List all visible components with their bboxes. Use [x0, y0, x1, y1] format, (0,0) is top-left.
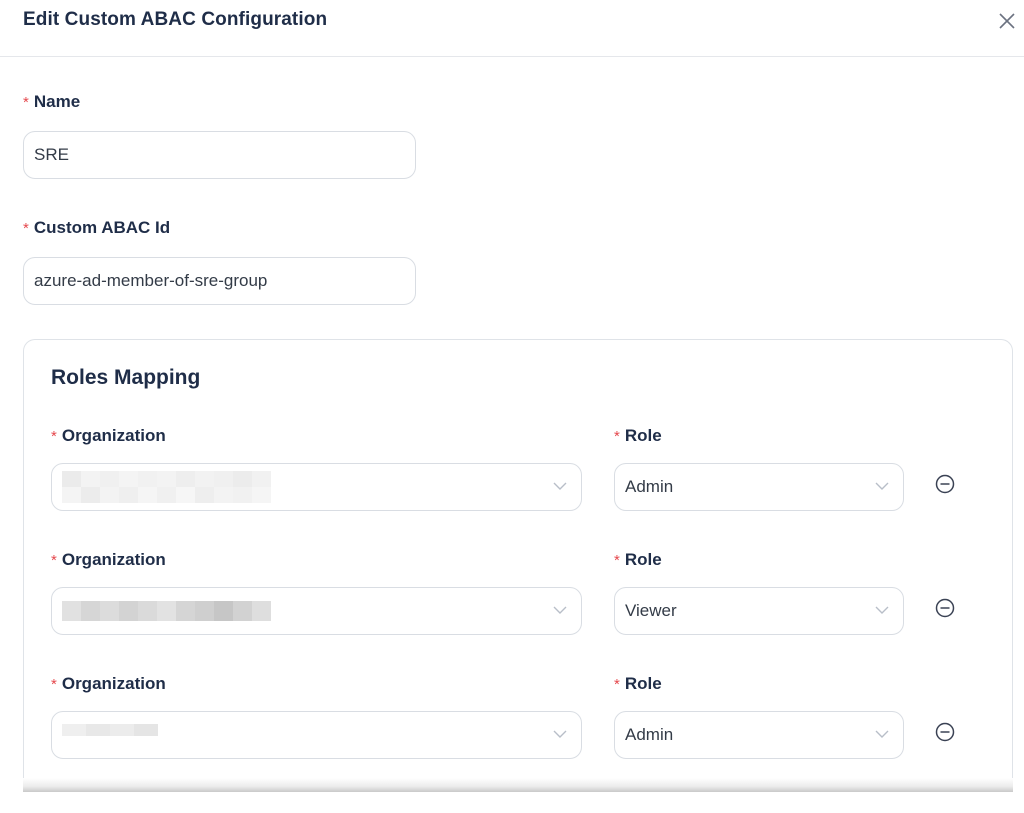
role-label: * Role [614, 550, 662, 570]
role-label-text: Role [624, 674, 662, 693]
chevron-down-icon [875, 730, 889, 738]
name-input[interactable]: SRE [23, 131, 416, 179]
role-label-text: Role [624, 550, 662, 569]
role-select[interactable]: Admin [614, 463, 904, 511]
required-mark: * [614, 428, 620, 445]
required-mark: * [23, 220, 29, 237]
chevron-down-icon [553, 730, 567, 738]
required-mark: * [51, 428, 57, 445]
name-input-value: SRE [34, 145, 69, 164]
remove-row-icon[interactable] [935, 722, 955, 742]
role-select-value: Admin [625, 725, 674, 744]
remove-row-icon[interactable] [935, 474, 955, 494]
organization-label-text: Organization [61, 426, 166, 445]
role-label-text: Role [624, 426, 662, 445]
role-select-value: Admin [625, 477, 674, 496]
custom-abac-id-label-text: Custom ABAC Id [33, 218, 171, 237]
chevron-down-icon [553, 482, 567, 490]
scroll-fade-divider [23, 778, 1013, 792]
role-select-value: Viewer [625, 601, 677, 620]
role-select[interactable]: Viewer [614, 587, 904, 635]
role-select[interactable]: Admin [614, 711, 904, 759]
organization-select[interactable] [51, 711, 582, 759]
redacted-organization-value [62, 724, 158, 736]
required-mark: * [23, 94, 29, 111]
required-mark: * [51, 552, 57, 569]
organization-label: * Organization [51, 674, 166, 694]
custom-abac-id-input[interactable]: azure-ad-member-of-sre-group [23, 257, 416, 305]
dialog-title: Edit Custom ABAC Configuration [23, 9, 328, 30]
roles-mapping-title: Roles Mapping [51, 366, 201, 389]
organization-label-text: Organization [61, 674, 166, 693]
organization-label-text: Organization [61, 550, 166, 569]
required-mark: * [51, 676, 57, 693]
required-mark: * [614, 552, 620, 569]
custom-abac-id-input-value: azure-ad-member-of-sre-group [34, 271, 268, 290]
chevron-down-icon [875, 482, 889, 490]
role-label: * Role [614, 426, 662, 446]
chevron-down-icon [875, 606, 889, 614]
custom-abac-id-label: * Custom ABAC Id [23, 218, 170, 238]
required-mark: * [614, 676, 620, 693]
redacted-organization-value [62, 471, 271, 503]
organization-label: * Organization [51, 426, 166, 446]
redacted-organization-value [62, 601, 271, 621]
role-label: * Role [614, 674, 662, 694]
remove-row-icon[interactable] [935, 598, 955, 618]
name-label-text: Name [33, 92, 81, 111]
close-icon[interactable] [996, 10, 1018, 32]
organization-label: * Organization [51, 550, 166, 570]
roles-mapping-section: Roles Mapping * Organization * Role Admin [23, 339, 1013, 791]
organization-select[interactable] [51, 587, 582, 635]
dialog-header: Edit Custom ABAC Configuration [0, 0, 1024, 57]
organization-select[interactable] [51, 463, 582, 511]
edit-abac-dialog: Edit Custom ABAC Configuration * Name SRE… [0, 0, 1024, 813]
chevron-down-icon [553, 606, 567, 614]
name-label: * Name [23, 92, 80, 112]
